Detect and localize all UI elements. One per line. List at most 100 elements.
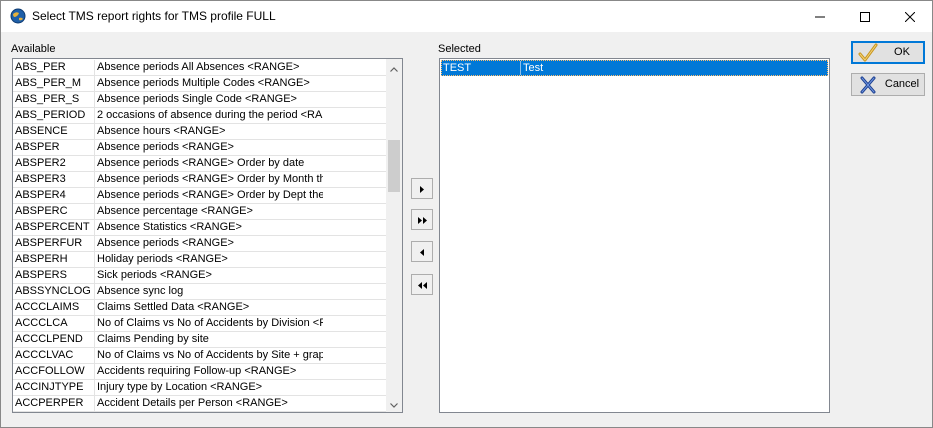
available-desc: Absence percentage <RANGE> [97,205,253,217]
scroll-thumb[interactable] [388,140,400,192]
available-list[interactable]: ABS_PER Absence periods All Absences <RAN… [12,58,403,413]
close-button[interactable] [887,1,932,32]
available-desc: Absence Statistics <RANGE> [97,221,242,233]
chevron-up-icon [390,61,398,75]
available-desc: Accident Details per Person <RANGE> [97,397,288,409]
available-desc: Absence periods Single Code <RANGE> [97,93,297,105]
available-row[interactable]: ABSENCE Absence hours <RANGE> [13,124,386,140]
available-row[interactable]: ABSPERC Absence percentage <RANGE> [13,204,386,220]
available-desc: Absence periods Multiple Codes <RANGE> [97,77,310,89]
available-desc: Holiday periods <RANGE> [97,253,228,265]
title-bar[interactable]: Select TMS report rights for TMS profile… [1,1,932,32]
maximize-icon [859,11,870,22]
ok-label: OK [894,46,910,58]
move-all-right-button[interactable] [411,209,433,230]
available-row[interactable]: ABSPER2 Absence periods <RANGE> Order by … [13,156,386,172]
available-desc: Accidents requiring Follow-up <RANGE> [97,365,297,377]
available-desc: Absence periods <RANGE> Order by Dept th… [97,189,323,201]
available-desc: Absence sync log [97,285,184,297]
available-desc: Absence periods <RANGE> [97,237,234,249]
available-code: ABSSYNCLOG [13,284,95,299]
available-row[interactable]: ABSSYNCLOG Absence sync log [13,284,386,300]
selected-row[interactable]: TEST Test [441,60,828,76]
available-desc: Absence hours <RANGE> [97,125,226,137]
minimize-icon [814,12,825,22]
available-row[interactable]: ABS_PER_M Absence periods Multiple Codes … [13,76,386,92]
available-row[interactable]: ABSPERH Holiday periods <RANGE> [13,252,386,268]
scroll-down-button[interactable] [386,395,402,412]
available-row[interactable]: ACCCLCA No of Claims vs No of Accidents b… [13,316,386,332]
available-row[interactable]: ACCCLVAC No of Claims vs No of Accidents … [13,348,386,364]
available-code: ACCPERPER [13,396,95,411]
available-row[interactable]: ACCCLPEND Claims Pending by site [13,332,386,348]
available-row[interactable]: ACCFOLLOW Accidents requiring Follow-up <… [13,364,386,380]
cross-pen-icon [858,75,878,95]
available-label: Available [11,43,56,55]
double-arrow-right-icon [417,213,427,227]
available-row[interactable]: ABS_PER Absence periods All Absences <RAN… [13,60,386,76]
close-icon [904,11,915,22]
available-desc: 2 occasions of absence during the period… [97,109,323,121]
available-scrollbar[interactable] [386,59,402,412]
available-row[interactable]: ABSPERCENT Absence Statistics <RANGE> [13,220,386,236]
available-code: ACCCLCA [13,316,95,331]
available-code: ABSPERCENT [13,220,95,235]
selected-label: Selected [438,43,481,55]
available-code: ABSPERC [13,204,95,219]
available-desc: Injury type by Location <RANGE> [97,381,263,393]
available-code: ACCINJTYPE [13,380,95,395]
available-desc: Absence periods <RANGE> Order by Month t… [97,173,323,185]
chevron-down-icon [390,397,398,411]
available-code: ACCCLPEND [13,332,95,347]
available-code: ACCCLVAC [13,348,95,363]
maximize-button[interactable] [842,1,887,32]
available-desc: No of Claims vs No of Accidents by Site … [97,349,323,361]
available-row[interactable]: ABSPER4 Absence periods <RANGE> Order by … [13,188,386,204]
globe-app-icon [10,8,26,24]
available-desc: Sick periods <RANGE> [97,269,212,281]
selected-list[interactable]: TEST Test [439,58,830,413]
available-code: ACCCLAIMS [13,300,95,315]
arrow-right-icon [420,182,424,196]
available-code: ABS_PERIOD [13,108,95,123]
available-code: ABSPER [13,140,95,155]
available-code: ABSENCE [13,124,95,139]
move-all-left-button[interactable] [411,274,433,295]
scroll-up-button[interactable] [386,59,402,76]
available-code: ABS_PER_S [13,92,95,107]
available-row[interactable]: ACCINJTYPE Injury type by Location <RANGE… [13,380,386,396]
available-desc: Absence periods <RANGE> Order by date [97,157,305,169]
available-row[interactable]: ABSPER3 Absence periods <RANGE> Order by … [13,172,386,188]
available-desc: Claims Settled Data <RANGE> [97,301,250,313]
available-row[interactable]: ABSPER Absence periods <RANGE> [13,140,386,156]
available-code: ABS_PER_M [13,76,95,91]
available-desc: No of Claims vs No of Accidents by Divis… [97,317,323,329]
selected-code: TEST [443,61,521,75]
move-one-right-button[interactable] [411,178,433,199]
available-code: ABSPERS [13,268,95,283]
available-row[interactable]: ABSPERS Sick periods <RANGE> [13,268,386,284]
dialog-window: Select TMS report rights for TMS profile… [0,0,933,428]
minimize-button[interactable] [797,1,842,32]
cancel-button[interactable]: Cancel [851,73,925,96]
available-desc: Absence periods <RANGE> [97,141,234,153]
available-row[interactable]: ACCPERPER Accident Details per Person <RA… [13,396,386,412]
available-code: ABSPER4 [13,188,95,203]
available-row[interactable]: ABSPERFUR Absence periods <RANGE> [13,236,386,252]
available-code: ABSPERFUR [13,236,95,251]
available-desc: Absence periods All Absences <RANGE> [97,61,300,73]
available-code: ABS_PER [13,60,95,75]
available-code: ACCFOLLOW [13,364,95,379]
available-code: ABSPER3 [13,172,95,187]
arrow-left-icon [420,245,424,259]
cancel-label: Cancel [884,78,920,90]
available-row[interactable]: ACCCLAIMS Claims Settled Data <RANGE> [13,300,386,316]
available-code: ABSPER2 [13,156,95,171]
available-desc: Claims Pending by site [97,333,209,345]
available-row[interactable]: ABS_PER_S Absence periods Single Code <RA… [13,92,386,108]
available-row[interactable]: ABS_PERIOD 2 occasions of absence during … [13,108,386,124]
move-one-left-button[interactable] [411,241,433,262]
available-code: ABSPERH [13,252,95,267]
double-arrow-left-icon [417,278,427,292]
ok-button[interactable]: OK [851,41,925,64]
